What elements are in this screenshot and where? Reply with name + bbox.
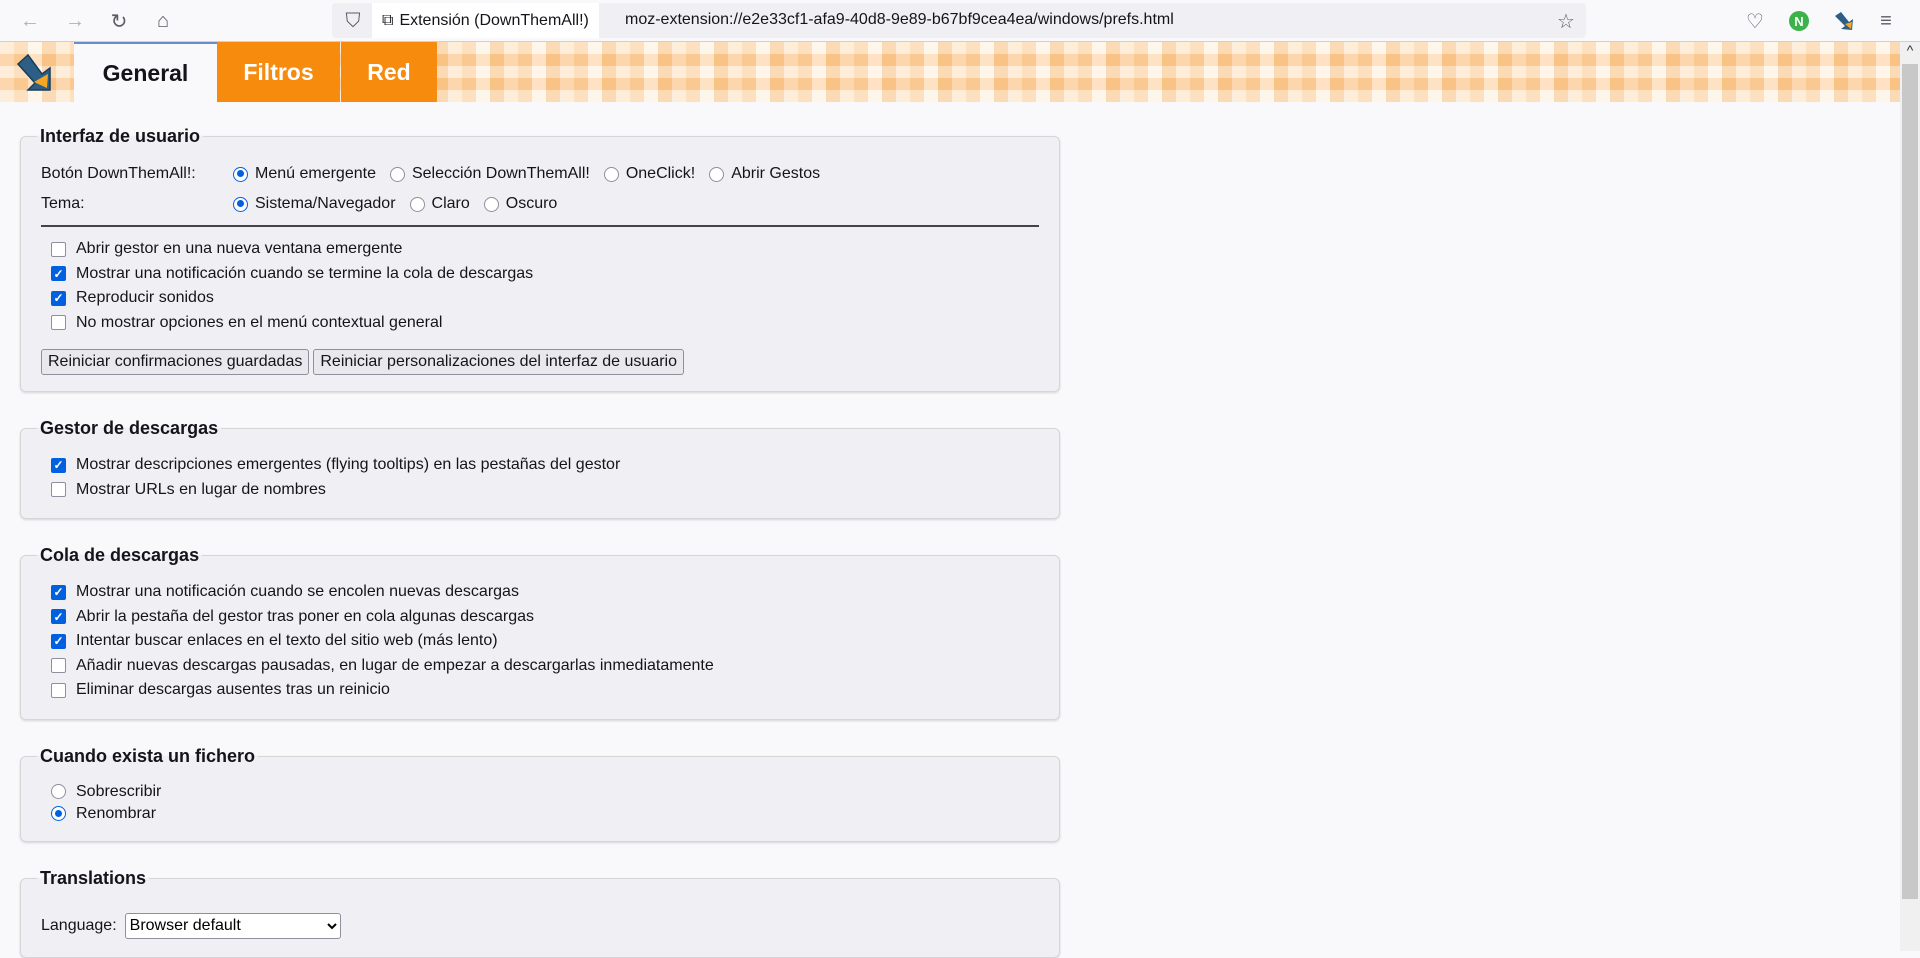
scrollbar-thumb[interactable] [1902,64,1918,899]
radio-abrir-gestos[interactable]: Abrir Gestos [709,165,820,183]
section-title: Gestor de descargas [40,418,219,438]
section-title: Translations [40,867,147,888]
checkbox-row[interactable]: ✓ Mostrar descripciones emergentes (flyin… [41,453,1039,478]
section-title: Cuando exista un fichero [40,745,256,766]
radio-menu-emergente[interactable]: Menú emergente [233,165,376,183]
radio-oneclick[interactable]: OneClick! [603,165,695,183]
checkbox-row[interactable]: ✓ Abrir la pestaña del gestor tras poner … [41,605,1039,630]
browser-toolbar: ← → ↻ ⌂ ⛉ ⧉ Extensión (DownThemAll!) moz-… [0,0,1920,42]
check-icon[interactable]: ✓ [51,290,66,306]
file-exists-section: Cuando exista un fichero Sobrescribir Re… [20,745,1060,842]
menu-icon[interactable]: ≡ [1873,8,1899,34]
shield-icon[interactable]: ⛉ [340,8,366,34]
radio-renombrar[interactable]: Renombrar [41,803,1039,825]
radio-oscuro[interactable]: Oscuro [483,195,557,213]
manager-section: Gestor de descargas ✓ Mostrar descripcion… [20,418,1060,519]
divider [41,225,1039,227]
check-icon[interactable]: ✓ [51,609,66,625]
extension-identity[interactable]: ⧉ Extensión (DownThemAll!) [372,3,599,38]
checkbox-row[interactable]: Eliminar descargas ausentes tras un rein… [41,678,1039,703]
reset-customizations-button[interactable]: Reiniciar personalizaciones del interfaz… [313,349,684,375]
radio-sistema[interactable]: Sistema/Navegador [233,195,396,213]
extension-n-icon[interactable]: N [1786,8,1812,34]
downthemall-icon[interactable] [1831,8,1857,34]
check-icon[interactable]: ✓ [51,457,66,473]
checkbox-row[interactable]: ✓ Mostrar una notificación cuando se enco… [41,580,1039,605]
scrollbar[interactable]: ^ [1900,42,1920,951]
bookmark-star-icon[interactable]: ☆ [1553,8,1579,34]
home-icon[interactable]: ⌂ [150,8,176,34]
tab-general[interactable]: General [74,42,217,102]
section-title: Cola de descargas [40,545,200,565]
scroll-up-icon[interactable]: ^ [1900,42,1920,64]
queue-section: Cola de descargas ✓ Mostrar una notificac… [20,545,1060,720]
radio-sobrescribir[interactable]: Sobrescribir [41,781,1039,803]
forward-icon[interactable]: → [62,8,88,34]
checkbox-row[interactable]: ✓ Reproducir sonidos [41,286,1039,311]
reset-confirmations-button[interactable]: Reiniciar confirmaciones guardadas [41,349,310,375]
check-icon[interactable]: ✓ [51,633,66,649]
radio-seleccion[interactable]: Selección DownThemAll! [389,165,590,183]
check-icon[interactable]: ✓ [51,266,66,282]
section-title: Interfaz de usuario [40,126,201,146]
prefs-tab-bar: General Filtros Red [0,42,1900,102]
checkbox-row[interactable]: ✓ Mostrar una notificación cuando se term… [41,262,1039,287]
checkbox-row[interactable]: Mostrar URLs en lugar de nombres [41,478,1039,503]
prefs-content: Interfaz de usuario Botón DownThemAll!: … [20,102,1060,958]
check-icon[interactable]: ✓ [51,584,66,600]
checkbox-row[interactable]: ✓ Intentar buscar enlaces en el texto del… [41,629,1039,654]
checkbox-row[interactable]: Abrir gestor en una nueva ventana emerge… [41,237,1039,262]
checkbox-row[interactable]: No mostrar opciones en el menú contextua… [41,311,1039,336]
tab-filtros[interactable]: Filtros [217,42,340,102]
language-select[interactable]: Browser default [124,912,341,939]
puzzle-icon: ⧉ [382,11,394,29]
pocket-icon[interactable]: ♡ [1742,8,1768,34]
url-text[interactable]: moz-extension://e2e33cf1-afa9-40d8-9e89-… [625,11,1174,29]
checkbox-row[interactable]: Añadir nuevas descargas pausadas, en lug… [41,654,1039,679]
reload-icon[interactable]: ↻ [106,8,132,34]
button-label: Botón DownThemAll!: [41,165,196,182]
back-icon[interactable]: ← [17,8,43,34]
language-label: Language: [41,916,117,934]
theme-label: Tema: [41,195,85,212]
downthemall-logo [16,53,51,91]
tab-red[interactable]: Red [341,42,437,102]
radio-claro[interactable]: Claro [409,195,470,213]
ui-section: Interfaz de usuario Botón DownThemAll!: … [20,126,1060,392]
translations-section: Translations Language: Browser default [20,867,1060,958]
